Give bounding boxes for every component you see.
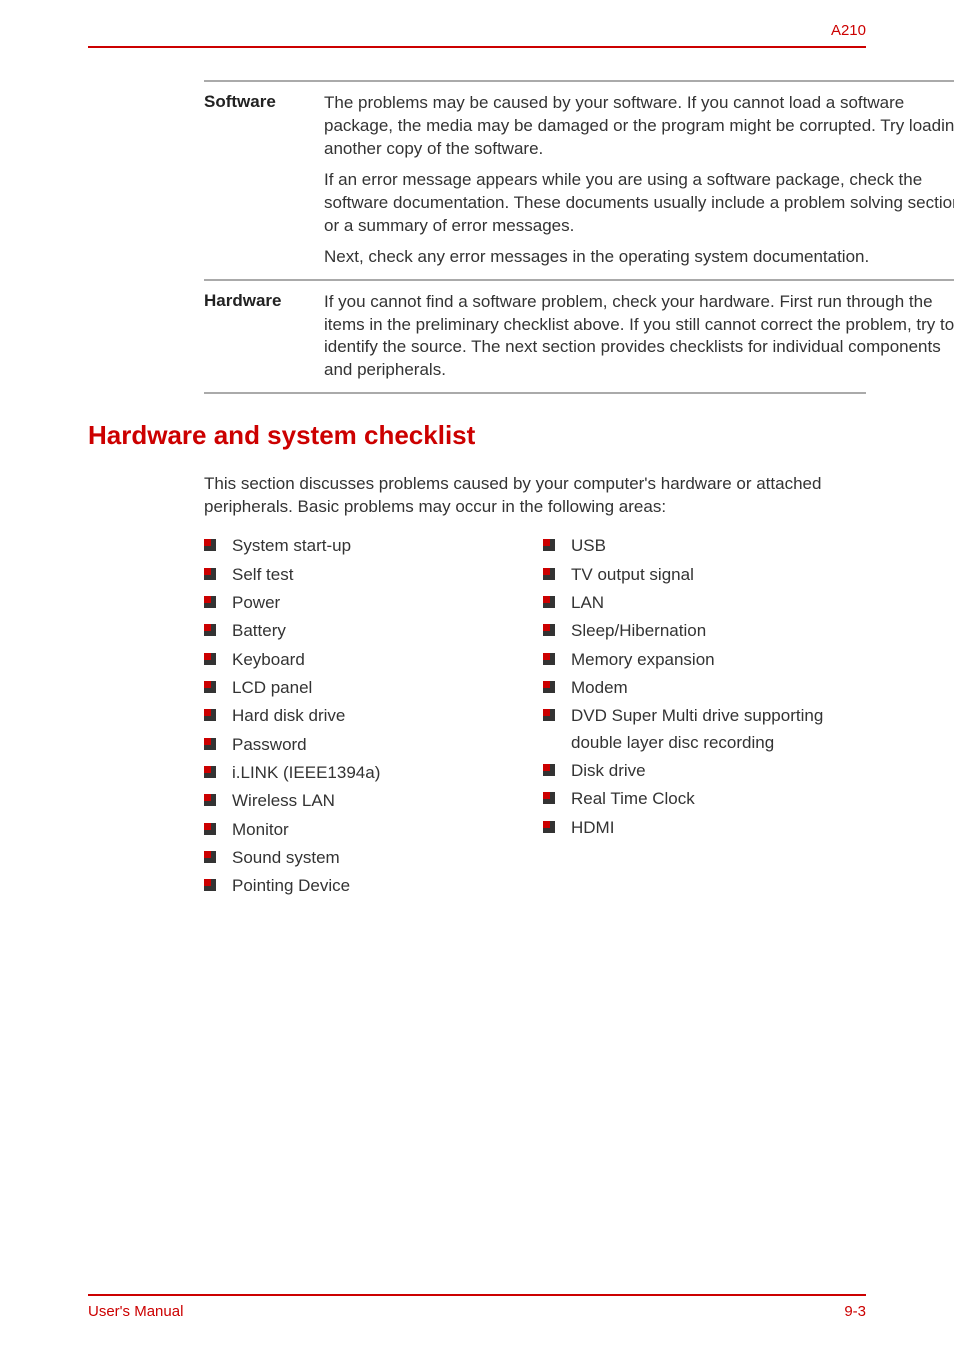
definition-row-hardware: Hardware If you cannot find a software p… xyxy=(204,279,954,393)
list-item-label: Pointing Device xyxy=(232,876,350,895)
list-item: Sound system xyxy=(204,845,527,871)
list-item-label: Wireless LAN xyxy=(232,791,335,810)
definition-description: If you cannot find a software problem, c… xyxy=(324,291,954,383)
bullet-icon xyxy=(204,794,216,806)
list-item: Battery xyxy=(204,618,527,644)
list-item: Monitor xyxy=(204,817,527,843)
footer-page-number: 9-3 xyxy=(844,1303,866,1320)
header-model: A210 xyxy=(831,22,866,39)
list-item-label: i.LINK (IEEE1394a) xyxy=(232,763,380,782)
list-item: Sleep/Hibernation xyxy=(543,618,866,644)
list-item: HDMI xyxy=(543,815,866,841)
bullet-icon xyxy=(543,596,555,608)
list-item-label: Keyboard xyxy=(232,650,305,669)
list-item: Pointing Device xyxy=(204,873,527,899)
list-item-label: Real Time Clock xyxy=(571,789,695,808)
list-item: Keyboard xyxy=(204,647,527,673)
list-item: LCD panel xyxy=(204,675,527,701)
footer-title: User's Manual xyxy=(88,1303,183,1320)
paragraph: Next, check any error messages in the op… xyxy=(324,246,954,269)
bullet-icon xyxy=(543,681,555,693)
paragraph: If an error message appears while you ar… xyxy=(324,169,954,238)
definition-table-end xyxy=(204,392,866,394)
list-item-label: LAN xyxy=(571,593,604,612)
definition-row-software: Software The problems may be caused by y… xyxy=(204,80,954,279)
list-item: DVD Super Multi drive supporting double … xyxy=(543,703,866,756)
definition-term: Hardware xyxy=(204,291,324,383)
bullet-icon xyxy=(204,738,216,750)
list-item: Disk drive xyxy=(543,758,866,784)
list-item-label: LCD panel xyxy=(232,678,312,697)
bullet-icon xyxy=(543,539,555,551)
definition-table: Software The problems may be caused by y… xyxy=(204,80,954,392)
paragraph: The problems may be caused by your softw… xyxy=(324,92,954,161)
list-item-label: Memory expansion xyxy=(571,650,715,669)
bullet-icon xyxy=(204,709,216,721)
list-item-label: Monitor xyxy=(232,820,289,839)
section-heading: Hardware and system checklist xyxy=(88,420,866,451)
list-item: USB xyxy=(543,533,866,559)
list-item: System start-up xyxy=(204,533,527,559)
checklist-list: System start-up Self test Power Battery … xyxy=(204,533,527,899)
list-item-label: Power xyxy=(232,593,280,612)
list-item-label: Sleep/Hibernation xyxy=(571,621,706,640)
list-item-label: Battery xyxy=(232,621,286,640)
checklist-list: USB TV output signal LAN Sleep/Hibernati… xyxy=(543,533,866,841)
list-item-label: HDMI xyxy=(571,818,614,837)
paragraph: If you cannot find a software problem, c… xyxy=(324,291,954,383)
bullet-icon xyxy=(204,766,216,778)
bullet-icon xyxy=(543,568,555,580)
bullet-icon xyxy=(543,764,555,776)
list-item-label: Password xyxy=(232,735,307,754)
checklist-column-right: USB TV output signal LAN Sleep/Hibernati… xyxy=(543,533,866,901)
bullet-icon xyxy=(204,823,216,835)
list-item-label: Disk drive xyxy=(571,761,646,780)
list-item-label: USB xyxy=(571,536,606,555)
list-item-label: System start-up xyxy=(232,536,351,555)
bullet-icon xyxy=(204,653,216,665)
bullet-icon xyxy=(543,792,555,804)
bullet-icon xyxy=(543,653,555,665)
list-item: Modem xyxy=(543,675,866,701)
list-item: TV output signal xyxy=(543,562,866,588)
list-item-label: Sound system xyxy=(232,848,340,867)
bullet-icon xyxy=(543,624,555,636)
list-item: LAN xyxy=(543,590,866,616)
bullet-icon xyxy=(543,821,555,833)
list-item-label: Hard disk drive xyxy=(232,706,345,725)
list-item: Self test xyxy=(204,562,527,588)
header-divider xyxy=(88,46,866,48)
bullet-icon xyxy=(204,624,216,636)
list-item: i.LINK (IEEE1394a) xyxy=(204,760,527,786)
bullet-icon xyxy=(204,851,216,863)
list-item: Password xyxy=(204,732,527,758)
bullet-icon xyxy=(204,681,216,693)
checklist-columns: System start-up Self test Power Battery … xyxy=(204,533,866,901)
bullet-icon xyxy=(543,709,555,721)
list-item-label: Modem xyxy=(571,678,628,697)
list-item: Memory expansion xyxy=(543,647,866,673)
list-item-label: TV output signal xyxy=(571,565,694,584)
list-item: Wireless LAN xyxy=(204,788,527,814)
footer-divider xyxy=(88,1294,866,1296)
bullet-icon xyxy=(204,568,216,580)
list-item-label: DVD Super Multi drive supporting double … xyxy=(571,706,823,751)
bullet-icon xyxy=(204,596,216,608)
checklist-column-left: System start-up Self test Power Battery … xyxy=(204,533,527,901)
list-item: Hard disk drive xyxy=(204,703,527,729)
list-item: Power xyxy=(204,590,527,616)
list-item-label: Self test xyxy=(232,565,293,584)
section-intro: This section discusses problems caused b… xyxy=(204,473,866,519)
definition-description: The problems may be caused by your softw… xyxy=(324,92,954,269)
bullet-icon xyxy=(204,539,216,551)
bullet-icon xyxy=(204,879,216,891)
list-item: Real Time Clock xyxy=(543,786,866,812)
definition-term: Software xyxy=(204,92,324,269)
